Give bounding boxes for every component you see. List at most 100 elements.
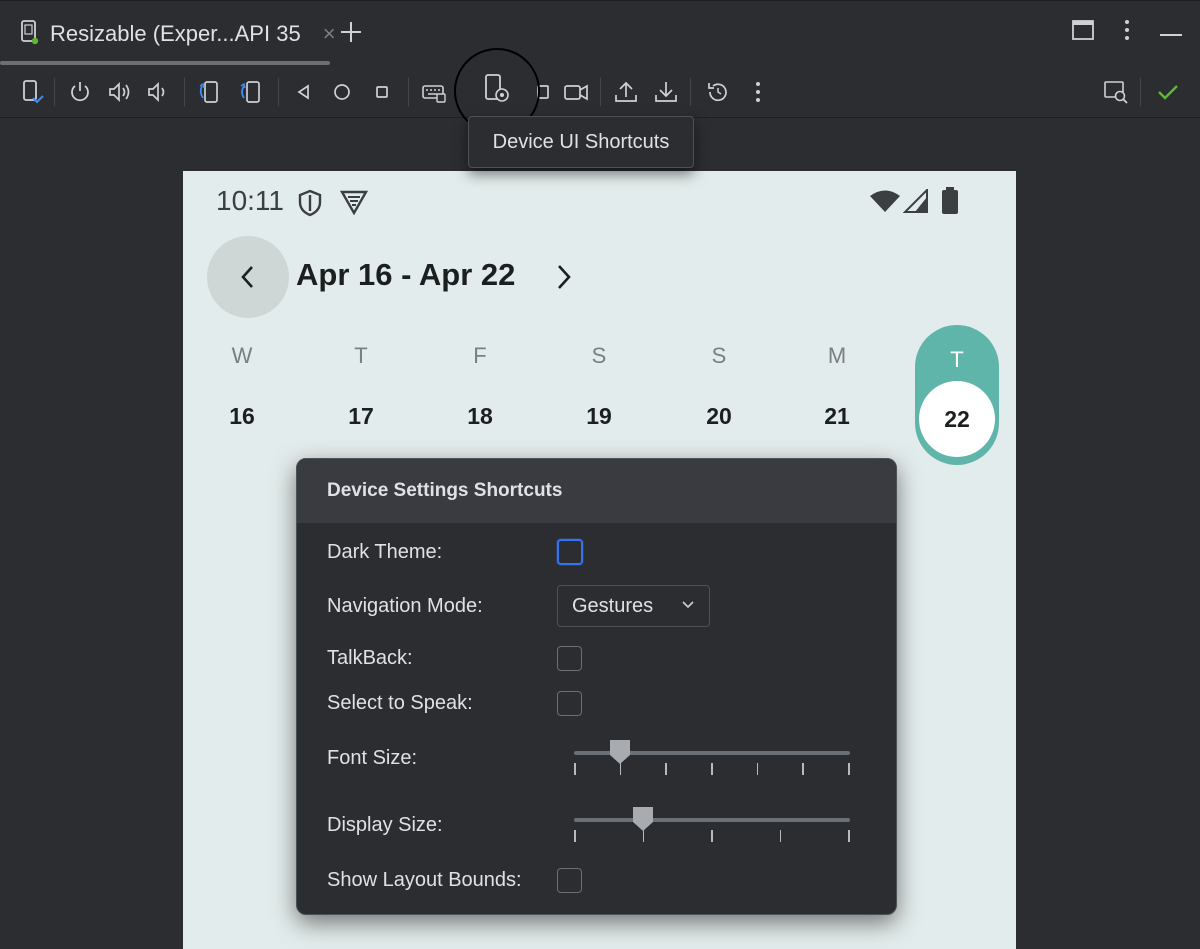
chevron-left-icon [241, 266, 253, 288]
add-tab-icon[interactable] [336, 17, 366, 47]
maximize-icon[interactable] [1072, 20, 1094, 45]
slider-tick [848, 763, 850, 775]
slider-thumb[interactable] [632, 806, 654, 832]
chevron-down-icon [682, 601, 694, 609]
toolbar-separator [54, 78, 55, 106]
day-column[interactable]: W 16 [202, 343, 282, 430]
more-vert-icon[interactable] [744, 78, 772, 106]
dark-theme-checkbox[interactable] [557, 539, 583, 565]
overview-icon[interactable] [368, 78, 396, 106]
select-to-speak-checkbox[interactable] [557, 691, 582, 716]
status-time: 10:11 [216, 185, 284, 216]
day-number: 17 [348, 403, 374, 429]
slider-tick [665, 763, 667, 775]
device-tab[interactable]: Resizable (Exper...API 35 × [0, 1, 336, 67]
previous-week-button[interactable] [207, 236, 289, 318]
slider-tick [802, 763, 804, 775]
day-number: 18 [467, 403, 493, 429]
slider-tick [848, 830, 850, 842]
talkback-label: TalkBack: [327, 647, 413, 669]
rotate-right-icon[interactable] [236, 78, 264, 106]
day-column[interactable]: T 17 [321, 343, 401, 430]
day-letter: T [950, 347, 964, 372]
tab-bar: Resizable (Exper...API 35 × [0, 0, 1200, 66]
day-letter: S [711, 343, 727, 368]
show-layout-bounds-label: Show Layout Bounds: [327, 869, 522, 891]
tab-active-indicator [0, 61, 330, 65]
navigation-mode-select[interactable]: Gestures [557, 585, 710, 627]
upload-icon[interactable] [612, 78, 640, 106]
chevron-right-icon [558, 265, 571, 289]
screen-record-icon[interactable] [562, 78, 590, 106]
navigation-mode-value: Gestures [572, 594, 654, 617]
shield-icon [297, 189, 323, 222]
slider-tick [779, 830, 781, 842]
talkback-checkbox[interactable] [557, 646, 582, 671]
slider-ticks [574, 830, 850, 842]
device-settings-popup: Device Settings Shortcuts Dark Theme: Na… [296, 458, 897, 915]
day-number: 19 [586, 403, 612, 429]
day-letter: S [591, 343, 607, 368]
device-toolbar [0, 66, 1200, 118]
display-size-label: Display Size: [327, 814, 443, 836]
day-column[interactable]: S 19 [559, 343, 639, 430]
day-number: 16 [229, 403, 255, 429]
day-letter: M [827, 343, 847, 368]
popup-title: Device Settings Shortcuts [297, 459, 896, 523]
tab-close-icon[interactable]: × [323, 23, 336, 45]
battery-icon [941, 187, 959, 220]
selected-day-today[interactable]: T 22 [915, 325, 999, 465]
slider-tick [711, 830, 713, 842]
minimize-icon[interactable] [1160, 24, 1182, 42]
select-to-speak-label: Select to Speak: [327, 692, 473, 714]
brand-logo-icon [339, 189, 369, 220]
slider-tick [574, 763, 576, 775]
day-number: 22 [919, 381, 995, 457]
day-column[interactable]: F 18 [440, 343, 520, 430]
power-icon[interactable] [66, 78, 94, 106]
check-icon[interactable] [1154, 78, 1182, 106]
slider-tick [711, 763, 713, 775]
day-column[interactable]: S 20 [679, 343, 759, 430]
dark-theme-label: Dark Theme: [327, 541, 443, 563]
wifi-icon [869, 189, 901, 218]
slider-tick [574, 830, 576, 842]
more-vert-icon[interactable] [1124, 19, 1130, 46]
slider-tick [756, 763, 759, 775]
volume-up-icon[interactable] [106, 78, 134, 106]
device-mirror-icon[interactable] [20, 78, 48, 106]
font-size-label: Font Size: [327, 747, 418, 769]
toolbar-separator [184, 78, 185, 106]
day-number: 20 [706, 403, 732, 429]
snapshot-icon[interactable] [704, 78, 732, 106]
tab-title: Resizable (Exper...API 35 [50, 21, 301, 46]
device-tab-icon [20, 19, 40, 50]
toolbar-separator [1140, 78, 1141, 106]
week-range-title: Apr 16 - Apr 22 [296, 257, 516, 292]
toolbar-separator [600, 78, 601, 106]
day-number: 21 [824, 403, 850, 429]
toolbar-separator [690, 78, 691, 106]
font-size-slider[interactable] [574, 739, 850, 779]
show-layout-bounds-checkbox[interactable] [557, 868, 582, 893]
toolbar-separator [408, 78, 409, 106]
layout-inspector-icon[interactable] [1102, 78, 1130, 106]
tooltip: Device UI Shortcuts [468, 116, 694, 168]
navigation-mode-label: Navigation Mode: [327, 595, 483, 617]
back-icon[interactable] [290, 78, 318, 106]
day-letter: T [354, 343, 368, 368]
day-column[interactable]: M 21 [797, 343, 877, 430]
day-letter: F [473, 343, 487, 368]
keyboard-icon[interactable] [420, 78, 448, 106]
cellular-signal-icon [902, 187, 929, 218]
volume-down-icon[interactable] [144, 78, 172, 106]
slider-thumb[interactable] [609, 739, 631, 765]
download-icon[interactable] [652, 78, 680, 106]
next-week-button[interactable] [547, 261, 579, 293]
display-size-slider[interactable] [574, 806, 850, 846]
home-icon[interactable] [328, 78, 356, 106]
slider-track [574, 818, 850, 822]
rotate-left-icon[interactable] [196, 78, 224, 106]
day-letter: W [231, 343, 253, 368]
toolbar-separator [278, 78, 279, 106]
